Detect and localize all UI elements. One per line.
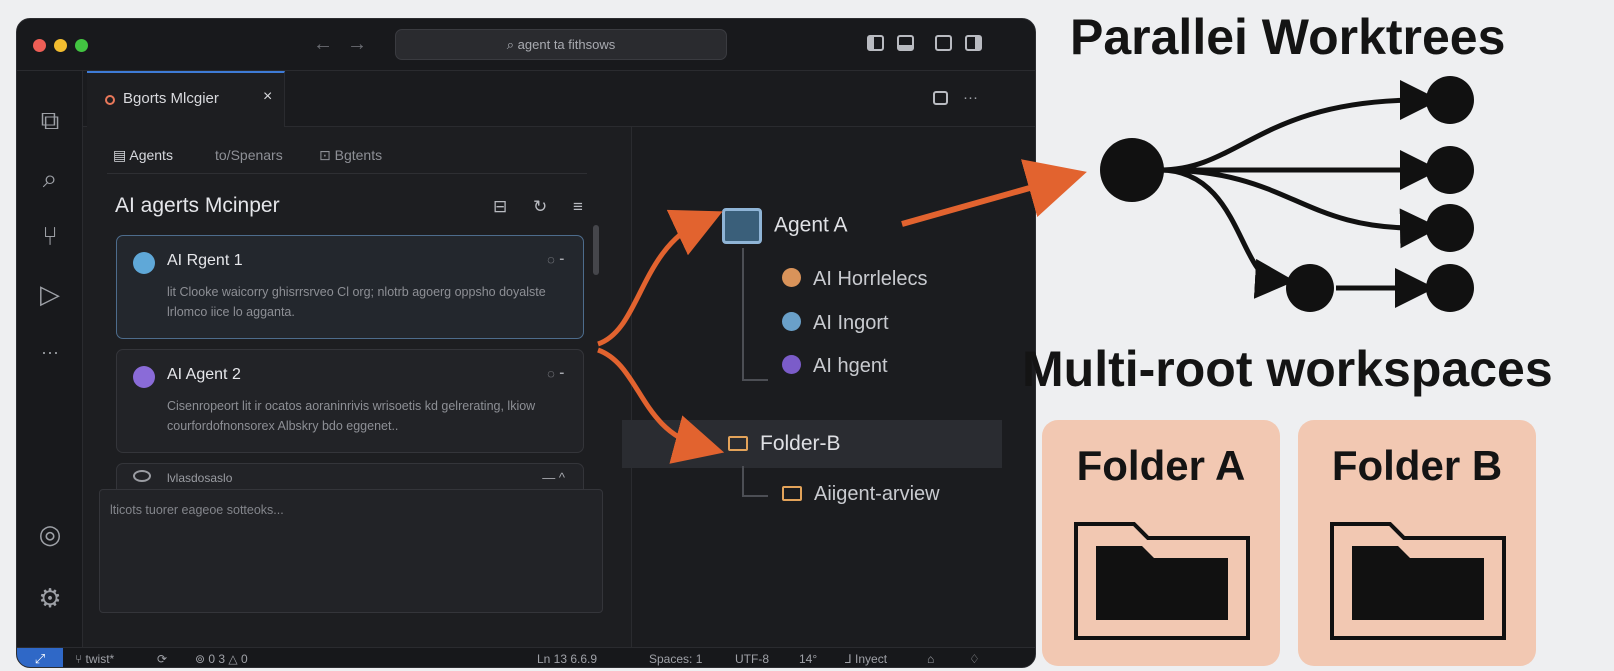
worktrees-heading: Parallei Worktrees bbox=[1070, 9, 1506, 65]
folder-a-title: Folder A bbox=[1076, 442, 1246, 489]
arrow-to-folder-b bbox=[597, 347, 725, 464]
worktree-node bbox=[1286, 264, 1334, 312]
worktree-node bbox=[1426, 76, 1474, 124]
workspaces-heading: Multi-root workspaces bbox=[1022, 341, 1553, 397]
folder-icon bbox=[1330, 522, 1506, 640]
folder-b-card: Folder B bbox=[1298, 420, 1536, 666]
root-node bbox=[1100, 138, 1164, 202]
folder-a-card: Folder A bbox=[1042, 420, 1280, 666]
arrow-to-agent-a bbox=[597, 209, 723, 347]
worktree-node bbox=[1426, 264, 1474, 312]
worktree-node bbox=[1426, 146, 1474, 194]
folder-b-title: Folder B bbox=[1331, 442, 1503, 489]
arrow-to-worktrees bbox=[901, 159, 1087, 227]
branch-edge bbox=[1159, 80, 1440, 173]
worktree-node bbox=[1426, 204, 1474, 252]
worktree-graph bbox=[1100, 76, 1474, 312]
folder-icon bbox=[1074, 522, 1250, 640]
